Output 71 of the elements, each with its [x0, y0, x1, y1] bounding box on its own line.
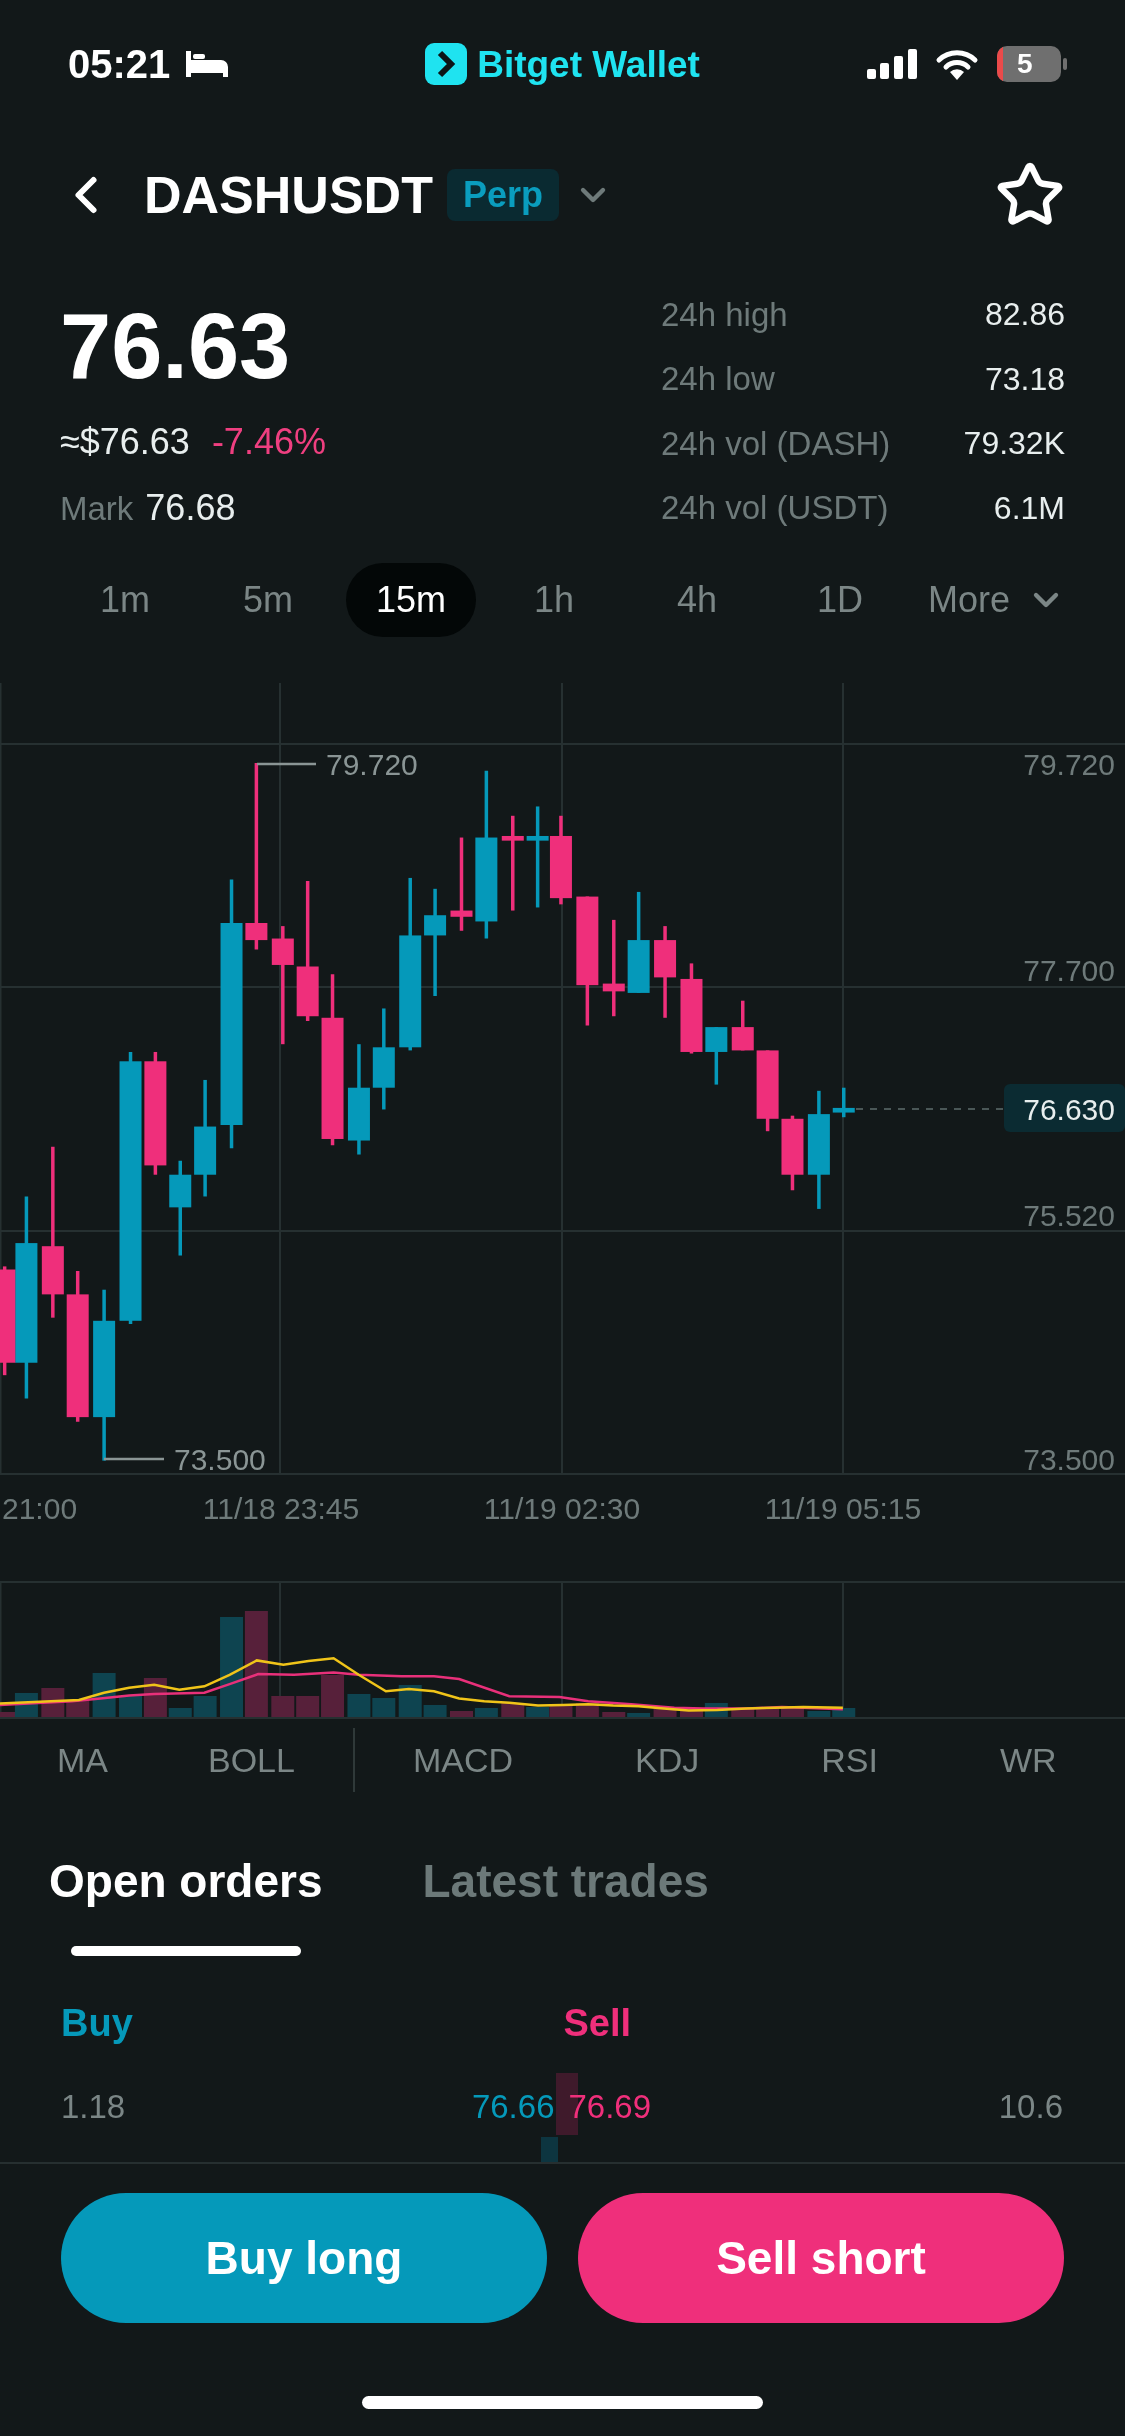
bid-price: 76.66 — [471, 2089, 555, 2123]
mark-label: Mark — [60, 491, 134, 525]
time-axis-label: 11/19 05:15 — [764, 1491, 922, 1525]
indicator-tab[interactable]: MACD — [412, 1743, 514, 1777]
interval-tab[interactable]: 1D — [775, 563, 905, 637]
volume-bar — [549, 1706, 573, 1717]
interval-tab[interactable]: 4h — [632, 563, 762, 637]
price-change: -7.46% — [211, 424, 326, 460]
price-axis-label: 73.500 — [1023, 1442, 1115, 1476]
price-axis-label: 77.700 — [1023, 953, 1115, 987]
indicator-tab[interactable]: RSI — [821, 1743, 878, 1777]
buy-column-header: Buy — [60, 2004, 134, 2042]
candlestick — [731, 1000, 754, 1051]
indicator-tab[interactable]: BOLL — [208, 1743, 295, 1777]
stat-value: 6.1M — [993, 491, 1065, 524]
logo-icon — [425, 43, 468, 85]
buy-button[interactable]: Buy long — [61, 2193, 547, 2323]
depth-bar — [541, 2137, 558, 2162]
time-axis-label: 11/18 23:45 — [202, 1491, 360, 1525]
time-axis-label: 11/19 02:30 — [483, 1491, 641, 1525]
low-price-label: 73.500 — [174, 1442, 266, 1476]
status-time: 05:21 — [68, 44, 171, 84]
volume-bar — [347, 1694, 371, 1717]
wifi-icon — [935, 48, 979, 80]
candlestick — [832, 1087, 855, 1118]
volume-bar — [271, 1696, 295, 1717]
high-price-label: 79.720 — [326, 747, 418, 781]
candlestick — [705, 1027, 728, 1085]
usd-price: ≈$76.63 — [60, 424, 190, 460]
leader-line — [257, 762, 316, 766]
volume-bar — [780, 1706, 804, 1717]
pair-title: DASHUSDT — [144, 169, 433, 221]
volume-bar — [372, 1698, 396, 1717]
order-tab[interactable]: Open orders — [49, 1855, 323, 1956]
time-axis-label: 21:00 — [2, 1491, 78, 1525]
order-amount: 10.6 — [998, 2089, 1063, 2123]
volume-bar — [756, 1708, 780, 1717]
market-type-badge: Perp — [446, 169, 559, 221]
volume-bar — [526, 1707, 550, 1717]
last-price-tag: 76.630 — [1004, 1084, 1125, 1132]
bed-icon — [184, 51, 229, 77]
stat-value: 73.18 — [984, 362, 1065, 395]
interval-tab[interactable]: 1m — [60, 563, 190, 637]
stat-label: 24h vol (USDT) — [661, 491, 889, 525]
interval-tab[interactable]: 15m — [346, 563, 476, 637]
stat-label: 24h high — [661, 297, 788, 331]
stat-label: 24h vol (DASH) — [661, 426, 891, 460]
indicator-tab[interactable]: KDJ — [635, 1743, 700, 1777]
order-amount: 1.18 — [61, 2089, 126, 2123]
sell-column-header: Sell — [562, 2004, 633, 2042]
app-name: Bitget Wallet — [477, 45, 700, 83]
leader-line — [104, 1457, 164, 1461]
stat-label: 24h low — [661, 362, 775, 396]
more-dropdown[interactable]: More — [918, 563, 1077, 637]
mark-price: 76.68 — [145, 490, 236, 526]
stat-value: 79.32K — [963, 427, 1065, 460]
interval-tab[interactable]: 5m — [203, 563, 333, 637]
signal-icon — [867, 49, 917, 79]
interval-tab[interactable]: 1h — [489, 563, 619, 637]
volume-bar — [653, 1709, 677, 1717]
indicator-tab[interactable]: MA — [57, 1743, 108, 1777]
price-axis-label: 79.720 — [1023, 747, 1115, 781]
price-axis-label: 75.520 — [1023, 1198, 1115, 1232]
battery-level-text: 5 — [1017, 50, 1033, 78]
stat-value: 82.86 — [984, 298, 1065, 331]
indicator-tab[interactable]: WR — [1000, 1743, 1057, 1777]
order-tab[interactable]: Latest trades — [422, 1855, 709, 1907]
sell-button[interactable]: Sell short — [578, 2193, 1064, 2323]
battery-icon — [997, 46, 1067, 82]
last-price: 76.63 — [60, 300, 292, 392]
ask-price: 76.69 — [568, 2089, 652, 2123]
